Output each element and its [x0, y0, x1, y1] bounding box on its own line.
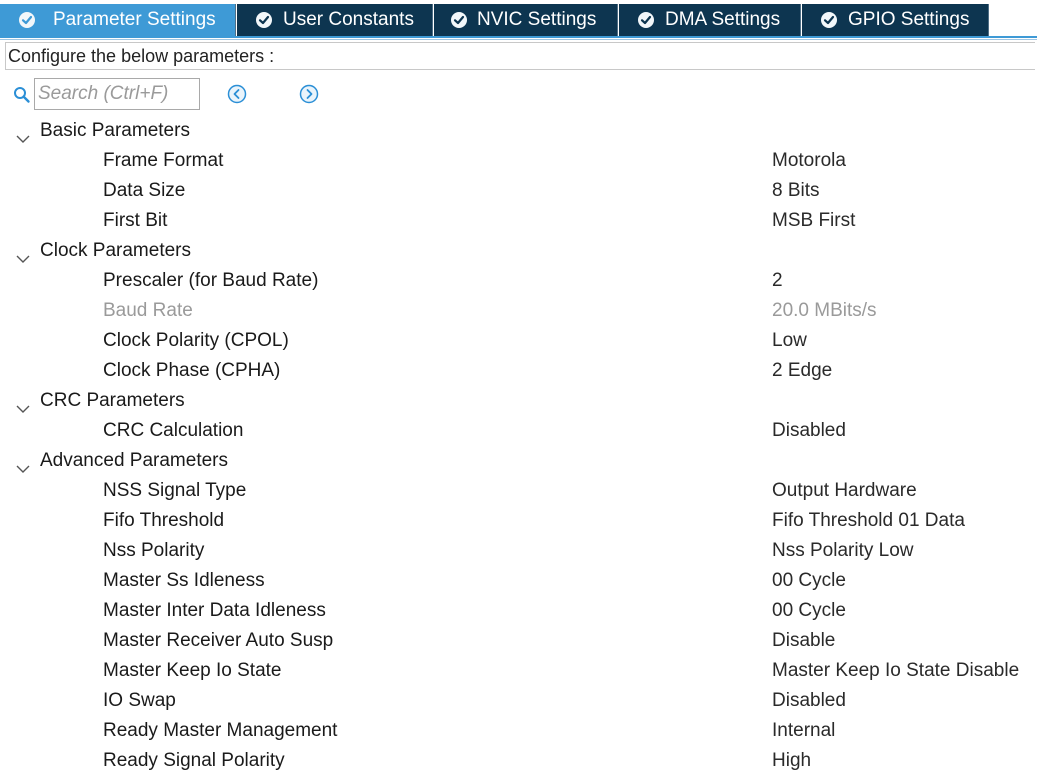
param-value[interactable]: Disabled — [772, 686, 846, 716]
chevron-down-icon[interactable] — [15, 125, 31, 143]
param-name: Ready Master Management — [103, 720, 338, 741]
param-row[interactable]: Ready Master Management Internal — [0, 716, 1037, 746]
param-value[interactable]: Nss Polarity Low — [772, 536, 914, 566]
param-name: Baud Rate — [103, 300, 193, 321]
param-value[interactable]: Fifo Threshold 01 Data — [772, 506, 965, 536]
check-circle-icon — [821, 12, 837, 28]
param-row[interactable]: NSS Signal Type Output Hardware — [0, 476, 1037, 506]
divider — [0, 39, 1037, 40]
param-row[interactable]: Ready Signal Polarity High — [0, 746, 1037, 776]
param-row[interactable]: IO Swap Disabled — [0, 686, 1037, 716]
param-row[interactable]: CRC Calculation Disabled — [0, 416, 1037, 446]
group-label: CRC Parameters — [40, 390, 185, 411]
param-value[interactable]: Internal — [772, 716, 835, 746]
param-value[interactable]: Disable — [772, 626, 835, 656]
tab-label: Parameter Settings — [53, 9, 216, 30]
tab-label: GPIO Settings — [848, 9, 970, 30]
param-row[interactable]: Master Ss Idleness 00 Cycle — [0, 566, 1037, 596]
param-value[interactable]: 00 Cycle — [772, 566, 846, 596]
group-label: Advanced Parameters — [40, 450, 228, 471]
param-name: IO Swap — [103, 690, 176, 711]
param-name: Prescaler (for Baud Rate) — [103, 270, 319, 291]
param-value[interactable]: Output Hardware — [772, 476, 917, 506]
param-name: Clock Polarity (CPOL) — [103, 330, 289, 351]
param-name: Master Keep Io State — [103, 660, 282, 681]
tab-dma-settings[interactable]: DMA Settings — [619, 4, 801, 36]
param-name: Master Receiver Auto Susp — [103, 630, 334, 651]
param-name: Data Size — [103, 180, 186, 201]
param-value[interactable]: High — [772, 746, 811, 776]
group-clock-parameters[interactable]: Clock Parameters — [0, 236, 1037, 266]
param-value[interactable]: Low — [772, 326, 807, 356]
param-row[interactable]: Clock Polarity (CPOL) Low — [0, 326, 1037, 356]
parameter-tree: Basic Parameters Frame Format Motorola D… — [0, 116, 1037, 776]
group-advanced-parameters[interactable]: Advanced Parameters — [0, 446, 1037, 476]
param-name: Clock Phase (CPHA) — [103, 360, 281, 381]
param-value: 20.0 MBits/s — [772, 300, 877, 321]
tab-underline — [0, 36, 1037, 38]
tab-gpio-settings[interactable]: GPIO Settings — [802, 4, 989, 36]
param-name: Master Ss Idleness — [103, 570, 265, 591]
chevron-down-icon[interactable] — [15, 455, 31, 473]
param-row[interactable]: Master Inter Data Idleness 00 Cycle — [0, 596, 1037, 626]
param-row[interactable]: Prescaler (for Baud Rate) 2 — [0, 266, 1037, 296]
tab-user-constants[interactable]: User Constants — [237, 4, 433, 36]
param-row[interactable]: Data Size 8 Bits — [0, 176, 1037, 206]
param-row[interactable]: Nss Polarity Nss Polarity Low — [0, 536, 1037, 566]
param-row[interactable]: Fifo Threshold Fifo Threshold 01 Data — [0, 506, 1037, 536]
param-name: Frame Format — [103, 150, 224, 171]
check-circle-icon — [451, 12, 467, 28]
next-match-button[interactable] — [299, 84, 319, 104]
group-basic-parameters[interactable]: Basic Parameters — [0, 116, 1037, 146]
search-input[interactable] — [34, 78, 200, 110]
previous-match-button[interactable] — [227, 84, 247, 104]
param-row[interactable]: First Bit MSB First — [0, 206, 1037, 236]
param-value[interactable]: Master Keep Io State Disable — [772, 656, 1019, 686]
param-value[interactable]: MSB First — [772, 206, 855, 236]
param-name: Master Inter Data Idleness — [103, 600, 326, 621]
tab-label: DMA Settings — [665, 9, 781, 30]
check-circle-icon — [256, 12, 272, 28]
param-name: NSS Signal Type — [103, 480, 247, 501]
param-value[interactable]: 2 — [772, 266, 783, 296]
param-row[interactable]: Clock Phase (CPHA) 2 Edge — [0, 356, 1037, 386]
param-name: Fifo Threshold — [103, 510, 225, 531]
check-circle-icon — [19, 12, 35, 28]
param-row[interactable]: Master Keep Io State Master Keep Io Stat… — [0, 656, 1037, 686]
chevron-down-icon[interactable] — [15, 395, 31, 413]
search-icon — [13, 86, 31, 104]
param-row-disabled: Baud Rate 20.0 MBits/s — [0, 296, 1037, 326]
param-value[interactable]: Disabled — [772, 416, 846, 446]
param-value[interactable]: Motorola — [772, 146, 846, 176]
config-header: Configure the below parameters : — [5, 42, 1035, 70]
param-row[interactable]: Frame Format Motorola — [0, 146, 1037, 176]
tab-label: User Constants — [283, 9, 414, 30]
chevron-down-icon[interactable] — [15, 245, 31, 263]
group-label: Basic Parameters — [40, 120, 190, 141]
group-label: Clock Parameters — [40, 240, 191, 261]
param-value[interactable]: 00 Cycle — [772, 596, 846, 626]
tab-nvic-settings[interactable]: NVIC Settings — [434, 4, 618, 36]
param-row[interactable]: Master Receiver Auto Susp Disable — [0, 626, 1037, 656]
group-crc-parameters[interactable]: CRC Parameters — [0, 386, 1037, 416]
check-circle-icon — [638, 12, 654, 28]
param-name: First Bit — [103, 210, 168, 231]
param-name: Ready Signal Polarity — [103, 750, 285, 771]
param-name: CRC Calculation — [103, 420, 244, 441]
tab-bar: Parameter Settings User Constants NVIC S… — [0, 0, 1037, 37]
param-name: Nss Polarity — [103, 540, 205, 561]
tab-parameter-settings[interactable]: Parameter Settings — [0, 4, 236, 36]
param-value[interactable]: 8 Bits — [772, 176, 820, 206]
param-value[interactable]: 2 Edge — [772, 356, 832, 386]
tab-label: NVIC Settings — [477, 9, 597, 30]
